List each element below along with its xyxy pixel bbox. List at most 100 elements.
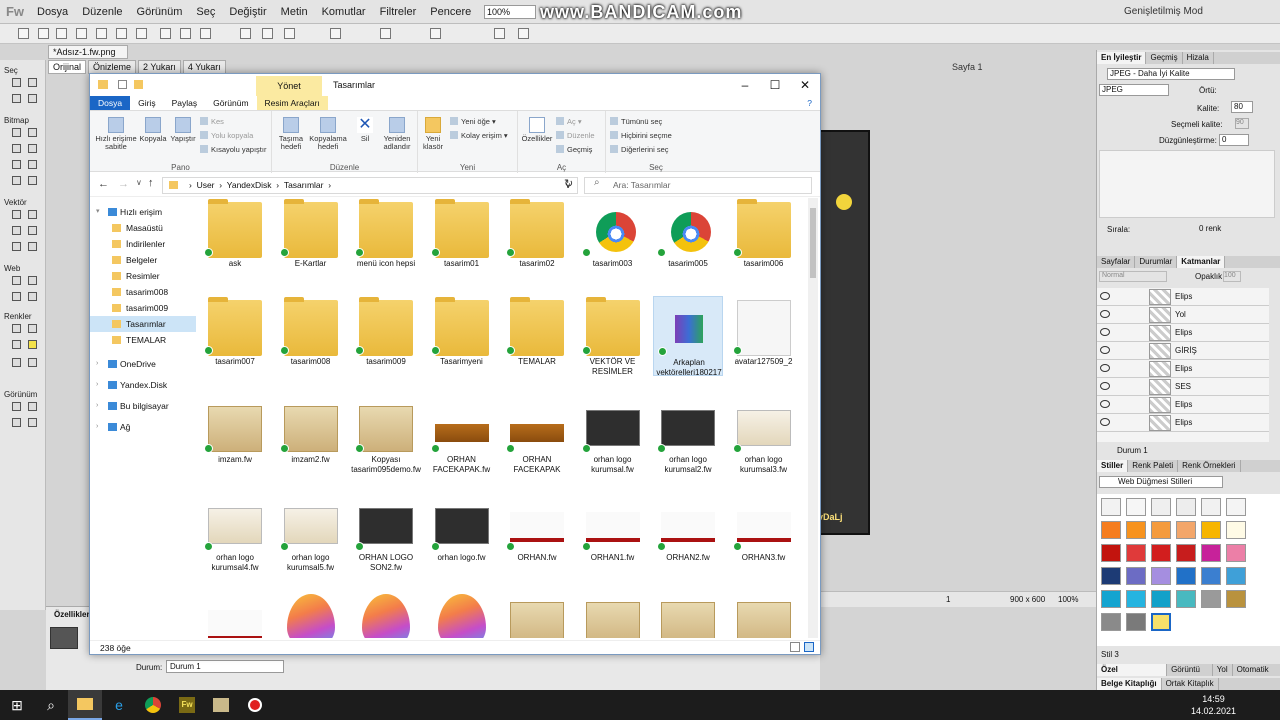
invert-selection-button[interactable]: Diğerlerini seç bbox=[610, 145, 669, 154]
style-swatch[interactable] bbox=[1151, 521, 1171, 539]
tab-optimize[interactable]: En İyileştir bbox=[1097, 52, 1147, 64]
file-item[interactable]: Tasarimyeni bbox=[427, 296, 497, 376]
eye-icon[interactable] bbox=[1100, 382, 1110, 390]
breadcrumb[interactable]: › User › YandexDisk › Tasarımlar › ∨ bbox=[162, 177, 578, 194]
new-icon[interactable] bbox=[18, 28, 29, 39]
nav-item[interactable]: tasarim008 bbox=[90, 284, 196, 300]
blur-icon[interactable] bbox=[12, 176, 21, 185]
layer-row[interactable]: Elips bbox=[1097, 396, 1269, 414]
eye-icon[interactable] bbox=[1100, 292, 1110, 300]
eye-icon[interactable] bbox=[1100, 364, 1110, 372]
screen-mode-icon[interactable] bbox=[12, 402, 21, 411]
paste-button[interactable]: Yapıştır bbox=[168, 117, 198, 143]
nav-item[interactable]: › OneDrive bbox=[90, 356, 196, 372]
pointer-icon[interactable] bbox=[12, 78, 21, 87]
symbol-icon[interactable] bbox=[518, 28, 529, 39]
file-item[interactable]: imzam.fw bbox=[200, 394, 270, 474]
layer-row[interactable]: Yol bbox=[1097, 306, 1269, 324]
file-item[interactable]: Arkaplan vektörelleri180217 bbox=[653, 296, 723, 377]
style-swatch[interactable] bbox=[1226, 567, 1246, 585]
copy-path-button[interactable]: Yolu kopyala bbox=[200, 131, 253, 140]
file-item[interactable]: tasarim0 bbox=[578, 590, 648, 638]
history-button[interactable]: Geçmiş bbox=[556, 145, 592, 154]
eyedropper-icon[interactable] bbox=[12, 324, 21, 333]
open-icon[interactable] bbox=[38, 28, 49, 39]
style-set-select[interactable]: Web Düğmesi Stilleri bbox=[1099, 476, 1223, 488]
tab-styles[interactable]: Stiller bbox=[1097, 460, 1129, 472]
tab-common-library[interactable]: Ortak Kitaplık bbox=[1162, 678, 1219, 690]
style-swatch[interactable] bbox=[1101, 498, 1121, 516]
hide-slices-icon[interactable] bbox=[12, 292, 21, 301]
tab-doc-library[interactable]: Belge Kitaplığı bbox=[1097, 678, 1162, 690]
tab-states[interactable]: Durumlar bbox=[1135, 256, 1178, 268]
slice-icon[interactable] bbox=[28, 276, 37, 285]
nav-item[interactable]: İndirilenler bbox=[90, 236, 196, 252]
group-icon[interactable] bbox=[240, 28, 251, 39]
details-view-icon[interactable] bbox=[790, 642, 800, 652]
style-swatch[interactable] bbox=[1201, 544, 1221, 562]
style-swatch[interactable] bbox=[1101, 590, 1121, 608]
style-swatch[interactable] bbox=[1151, 544, 1171, 562]
tab-picture-tools[interactable]: Resim Araçları bbox=[256, 96, 328, 110]
layer-row[interactable]: Elips bbox=[1097, 288, 1269, 306]
style-swatch[interactable] bbox=[1151, 590, 1171, 608]
help-icon[interactable]: ? bbox=[799, 96, 820, 110]
file-item[interactable]: orhan logo kurumsal4.fw bbox=[200, 492, 270, 572]
style-swatch[interactable] bbox=[1176, 590, 1196, 608]
layer-row[interactable]: Elips bbox=[1097, 360, 1269, 378]
bandicam-icon[interactable] bbox=[238, 690, 272, 720]
tab-4up[interactable]: 4 Yukarı bbox=[182, 60, 226, 74]
file-item[interactable]: ask bbox=[200, 198, 270, 278]
file-item[interactable]: orhan logo kurumsal2.fw bbox=[653, 394, 723, 474]
file-item[interactable]: ORHAN4.fw bbox=[200, 590, 270, 638]
file-item[interactable]: tasarim003 bbox=[578, 198, 648, 278]
smoothing-select[interactable]: 0 bbox=[1219, 134, 1249, 146]
default-colors-icon[interactable] bbox=[12, 358, 21, 367]
file-item[interactable]: orhan logo.fw bbox=[427, 492, 497, 572]
file-item[interactable]: menü icon hepsi bbox=[351, 198, 421, 278]
rotate-icon[interactable] bbox=[380, 28, 391, 39]
file-item[interactable]: orhan logo kurumsal5.fw bbox=[276, 492, 346, 572]
zoom-icon[interactable] bbox=[28, 418, 37, 427]
new-folder-quick-icon[interactable] bbox=[134, 80, 143, 89]
file-item[interactable]: E-Kartlar bbox=[276, 198, 346, 278]
file-item[interactable]: orhan logo kurumsal.fw bbox=[578, 394, 648, 474]
lasso-icon[interactable] bbox=[28, 128, 37, 137]
minimize-icon[interactable]: – bbox=[730, 77, 760, 93]
tab-file[interactable]: Dosya bbox=[90, 96, 131, 110]
zoom-select[interactable]: 100% bbox=[484, 5, 536, 19]
properties-button[interactable]: Özellikler bbox=[520, 117, 554, 143]
file-item[interactable]: tasarim02 bbox=[502, 198, 572, 278]
search-taskbar-icon[interactable]: ⌕ bbox=[34, 690, 68, 720]
export-format-select[interactable]: JPEG - Daha İyi Kalite bbox=[1107, 68, 1235, 80]
style-swatch[interactable] bbox=[1226, 498, 1246, 516]
text-icon[interactable] bbox=[28, 226, 37, 235]
knife-icon[interactable] bbox=[28, 242, 37, 251]
style-swatch[interactable] bbox=[1151, 498, 1171, 516]
copy-icon[interactable] bbox=[180, 28, 191, 39]
file-item[interactable]: tasarim01 bbox=[427, 198, 497, 278]
file-item[interactable]: tasarim007 bbox=[200, 296, 270, 376]
tab-path[interactable]: Yol bbox=[1213, 664, 1233, 676]
pencil-icon[interactable] bbox=[12, 160, 21, 169]
move-to-button[interactable]: Taşıma hedefi bbox=[274, 117, 308, 151]
menu-2[interactable]: Görünüm bbox=[130, 6, 190, 18]
opacity-input[interactable]: 100 bbox=[1223, 271, 1241, 282]
brush-icon[interactable] bbox=[28, 144, 37, 153]
tab-view[interactable]: Görünüm bbox=[205, 96, 256, 110]
tab-align[interactable]: Hizala bbox=[1183, 52, 1214, 64]
file-item[interactable]: Özel Stiller benim bbox=[276, 590, 346, 638]
eye-icon[interactable] bbox=[1100, 346, 1110, 354]
print-icon[interactable] bbox=[96, 28, 107, 39]
layer-row[interactable]: Elips bbox=[1097, 414, 1269, 432]
swap-colors-icon[interactable] bbox=[28, 358, 37, 367]
style-swatch[interactable] bbox=[1226, 544, 1246, 562]
nav-item[interactable]: › Ağ bbox=[90, 419, 196, 435]
file-item[interactable]: ORHAN.fw bbox=[502, 492, 572, 572]
file-item[interactable]: tasarim001 bbox=[653, 590, 723, 638]
rectangle-icon[interactable] bbox=[12, 226, 21, 235]
clock[interactable]: 14:59 14.02.2021 bbox=[1191, 693, 1236, 717]
file-item[interactable]: sontaso.fw bbox=[502, 590, 572, 638]
workspace-mode[interactable]: Genişletilmiş Mod bbox=[1124, 6, 1203, 17]
scale-icon[interactable] bbox=[12, 94, 21, 103]
